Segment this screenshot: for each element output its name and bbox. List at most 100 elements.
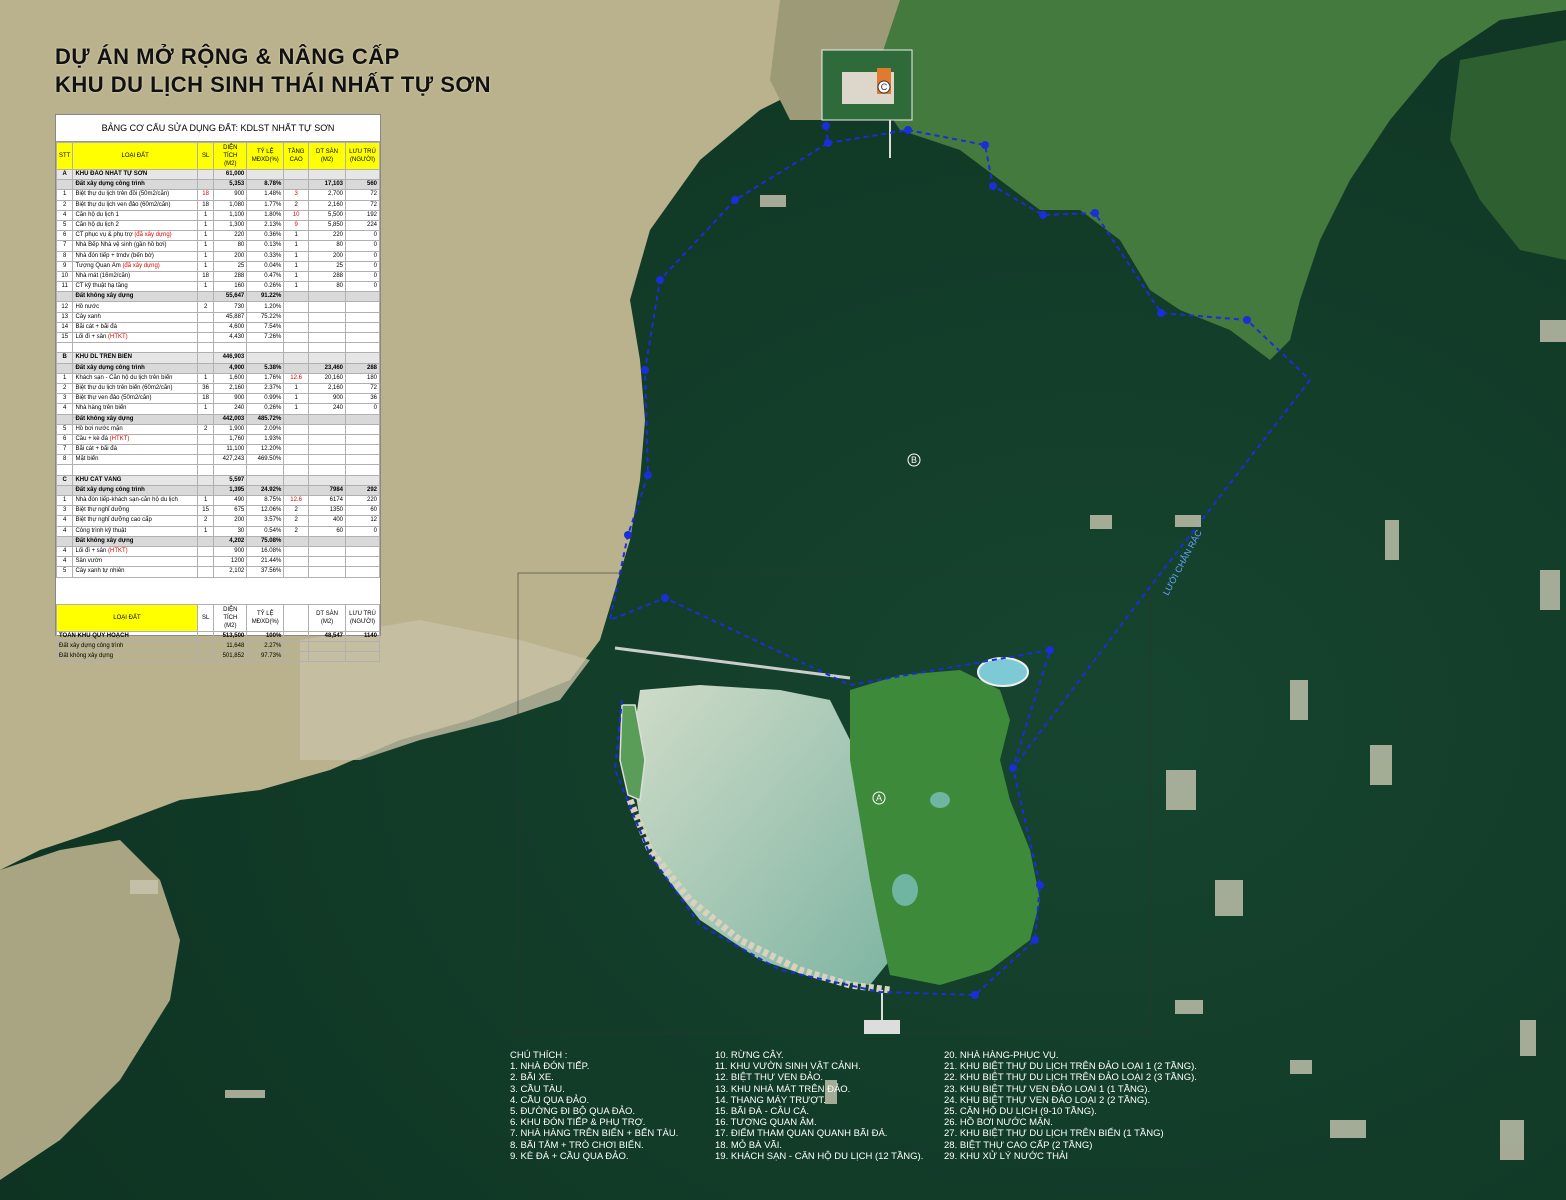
cell-ratio: 16.08% (246, 545, 285, 558)
summary-header-ratio: TỶ LỆ MĐXD(%) (246, 603, 285, 632)
cell-floors: 2 (283, 505, 309, 517)
cell-floor-area (307, 342, 347, 354)
cell-name: Đất không xây dựng (72, 413, 198, 425)
cell-ratio: 469.50% (246, 454, 285, 466)
legend-item: 26. HỒ BƠI NƯỚC MẶN. (944, 1117, 1053, 1129)
header-land-type: LOẠI ĐẤT (72, 142, 198, 170)
summary-cell-name: Đất không xây dựng (56, 650, 198, 663)
cell-ratio: 0.47% (246, 270, 285, 283)
cell-floor-area (307, 566, 347, 578)
cell-floor-area: 2,160 (307, 382, 347, 395)
cell-sl: 2 (196, 423, 215, 435)
land-type-label: Đất xây dựng công trình (75, 181, 145, 188)
legend-column-2: 10. RỪNG CÂY. 11. KHU VƯỜN SINH VẬT CẢNH.… (715, 1050, 923, 1162)
cell-area: 11,100 (213, 444, 248, 456)
cell-floors: 1 (283, 240, 309, 252)
cell-name: Lối đi + sân (HTKT) (72, 545, 198, 558)
summary-table: LOẠI ĐẤT SL DIỆN TÍCH (M2) TỶ LỆ MĐXD(%)… (56, 603, 380, 663)
cell-stt: 8 (55, 454, 74, 466)
cell-sl: 36 (196, 382, 215, 395)
land-type-label: Biệt thự du lịch trên biển (60m2/căn) (75, 385, 173, 392)
legend-item: 2. BÃI XE. (510, 1072, 554, 1084)
zone-label-a: A (876, 793, 882, 803)
cell-floors: 9 (283, 219, 309, 232)
legend-item: 10. RỪNG CÂY. (715, 1050, 784, 1061)
land-type-label: Biệt thự ven đảo (50m2/căn) (75, 395, 152, 402)
cell-ratio: 12.06% (246, 505, 285, 517)
cell-floors (283, 168, 309, 181)
cell-area: 5,597 (213, 474, 248, 486)
title-line-1: DỰ ÁN MỞ RỘNG & NÂNG CẤP (55, 44, 400, 69)
cell-name: CT phục vụ & phụ trợ (đã xây dựng) (72, 230, 198, 242)
cell-floors (283, 444, 309, 456)
cell-stt: B (55, 352, 74, 364)
cell-floors (283, 423, 309, 435)
cell-stt: 5 (55, 566, 74, 578)
table-row: Đất không xây dựng 442,003 485.72% (55, 413, 380, 425)
table-row: 6 Cầu + kè đá (HTKT) 1,760 1.93% (55, 433, 380, 446)
cell-sl: 15 (196, 505, 215, 517)
summary-cell-floor-area: 48,547 (307, 630, 347, 642)
cell-floor-area (307, 433, 347, 446)
cell-name: Đất không xây dựng (72, 535, 198, 547)
land-type-label: Lối đi + sân (75, 548, 107, 555)
cell-floor-area (307, 311, 347, 323)
cell-area: 900 (213, 393, 248, 405)
cell-name: Đất xây dựng công trình (72, 362, 198, 374)
cell-stt: 6 (55, 433, 74, 446)
cell-floors: 12.6 (283, 372, 309, 384)
cell-floor-area: 200 (307, 250, 347, 262)
land-type-label: CT kỹ thuật hạ tầng (75, 283, 128, 290)
cell-stt: 1 (55, 494, 74, 507)
table-row: Đất không xây dựng 4,202 75.08% (55, 535, 380, 547)
cell-area: 675 (213, 505, 248, 517)
cell-area: 2,102 (213, 566, 248, 578)
cell-area: 1,100 (213, 209, 248, 221)
cell-guests: 220 (345, 494, 380, 507)
cell-floor-area (307, 168, 347, 181)
table-header-row: STT LOẠI ĐẤT SL DIỆN TÍCH (M2) TỶ LỆ MĐX… (55, 142, 380, 170)
cell-area: 1,900 (213, 423, 248, 435)
cell-guests (345, 331, 380, 344)
table-row: 10 Nhà mát (16m2/căn) 18 288 0.47% 1 288 0 (55, 270, 380, 283)
land-type-label: Tượng Quan Âm (75, 262, 121, 269)
cell-stt: 11 (55, 281, 74, 293)
cell-floors (283, 545, 309, 558)
cell-sl (196, 168, 215, 181)
cell-guests: 72 (345, 189, 380, 201)
cell-floors: 1 (283, 230, 309, 242)
summary-cell-sl (196, 650, 215, 663)
cell-sl (196, 362, 215, 374)
cell-sl (196, 484, 215, 497)
cell-stt: 4 (55, 545, 74, 558)
cell-area: 240 (213, 403, 248, 415)
land-type-label: Đất xây dựng công trình (75, 364, 145, 371)
cell-floor-area: 80 (307, 240, 347, 252)
cell-area: 442,003 (213, 413, 248, 425)
summary-cell-ratio: 2.27% (246, 640, 285, 652)
cell-floors: 1 (283, 382, 309, 395)
cell-sl (196, 464, 215, 476)
cell-ratio: 1.48% (246, 189, 285, 201)
legend-item: 25. CĂN HỘ DU LỊCH (9-10 TẦNG). (944, 1105, 1097, 1117)
table-row: Đất xây dựng công trình 4,900 5.38% 23,460 2… (55, 362, 380, 374)
table-row: 6 CT phục vụ & phụ trợ (đã xây dựng) 1 220 0… (55, 230, 380, 242)
legend-item: 28. BIỆT THỰ CAO CẤP (2 TẦNG) (944, 1139, 1093, 1151)
cell-name: CT kỹ thuật hạ tầng (72, 281, 198, 293)
summary-cell-guests: 1140 (345, 630, 380, 642)
table-row: 4 Nhà hàng trên biển 1 240 0.26% 1 240 0 (55, 403, 380, 415)
cell-guests (345, 321, 380, 334)
cell-sl: 18 (196, 189, 215, 201)
cell-guests: 12 (345, 515, 380, 527)
land-type-label: Đất không xây dựng (75, 537, 134, 544)
cell-floors (283, 311, 309, 323)
summary-cell-ratio: 97.73% (246, 650, 285, 663)
table-row: 9 Tượng Quan Âm (đã xây dựng) 1 25 0.04% 1 25 0 (55, 260, 380, 272)
cell-stt: 7 (55, 240, 74, 252)
cell-name: Căn hộ du lịch 1 (72, 209, 198, 221)
header-area: DIỆN TÍCH (M2) (213, 142, 248, 170)
legend: CHÚ THÍCH :1. NHÀ ĐÓN TIẾP. 2. BÃI XE. 3. … (510, 1050, 1270, 1170)
legend-item: 20. NHÀ HÀNG-PHỤC VỤ. (944, 1050, 1059, 1061)
cell-name: KHU DL TRÊN BIỂN (72, 352, 198, 364)
cell-floors: 1 (283, 403, 309, 415)
